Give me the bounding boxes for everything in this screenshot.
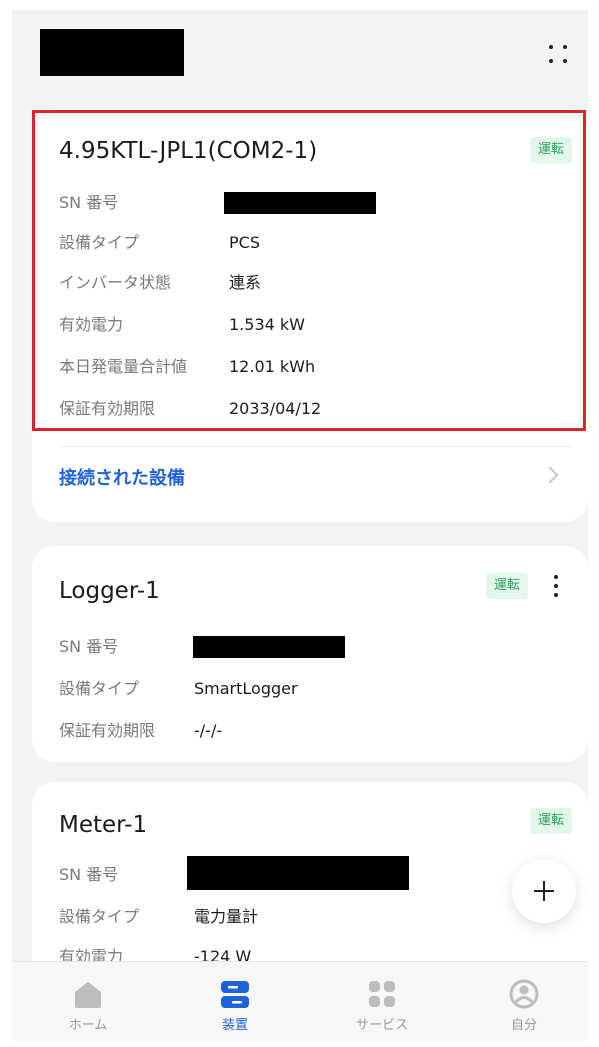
row-value: 12.01 kWh — [229, 357, 316, 376]
row-label: SN 番号 — [59, 637, 119, 656]
tab-devices[interactable]: 装置 — [185, 962, 285, 1041]
connected-devices-link[interactable]: 接続された設備 — [59, 464, 185, 490]
devices-icon — [221, 981, 249, 1008]
tab-label: 装置 — [221, 1018, 248, 1033]
bottom-tab-bar: ホーム 装置 サービス 自分 — [12, 961, 588, 1041]
redacted-title — [40, 29, 184, 76]
row-value: SmartLogger — [194, 679, 298, 698]
row-label: 本日発電量合計値 — [59, 357, 188, 376]
divider — [59, 446, 570, 447]
tab-profile[interactable]: 自分 — [474, 962, 574, 1041]
device-name: Logger-1 — [59, 578, 160, 604]
row-value: 電力量計 — [194, 907, 259, 926]
row-label: 設備タイプ — [59, 679, 140, 698]
status-badge: 運転 — [485, 573, 528, 599]
device-card-logger[interactable]: Logger-1 運転 SN 番号 設備タイプ SmartLogger 保証有効… — [32, 546, 588, 762]
tab-label: ホーム — [68, 1018, 108, 1033]
device-name: Meter-1 — [59, 812, 148, 838]
row-label: インバータ状態 — [59, 273, 172, 292]
home-icon — [75, 982, 101, 1008]
grid-dots-icon[interactable] — [546, 42, 570, 66]
header — [12, 10, 588, 100]
tab-label: 自分 — [510, 1018, 537, 1033]
row-value: 連系 — [229, 273, 262, 292]
device-name: 4.95KTL-JPL1(COM2-1) — [59, 138, 318, 164]
tab-services[interactable]: サービス — [332, 962, 432, 1041]
row-label: 有効電力 — [59, 315, 124, 334]
row-label: 設備タイプ — [59, 907, 140, 926]
row-value: PCS — [229, 233, 260, 252]
redacted-sn — [193, 636, 345, 658]
row-value: 2033/04/12 — [229, 399, 322, 418]
device-card-inverter[interactable]: 4.95KTL-JPL1(COM2-1) 運転 SN 番号 設備タイプ PCS … — [32, 108, 588, 522]
tab-label: サービス — [355, 1018, 408, 1033]
tab-home[interactable]: ホーム — [38, 962, 138, 1041]
row-label: 保証有効期限 — [59, 399, 156, 418]
profile-icon — [509, 979, 539, 1009]
redacted-sn — [224, 192, 376, 214]
row-label: SN 番号 — [59, 193, 119, 212]
more-vertical-icon[interactable] — [552, 573, 560, 599]
redacted-sn — [187, 856, 409, 890]
chevron-right-icon[interactable] — [541, 466, 559, 484]
row-value: -/-/- — [194, 721, 223, 740]
add-device-button[interactable] — [512, 859, 576, 923]
row-label: SN 番号 — [59, 865, 119, 884]
status-badge: 運転 — [529, 137, 572, 163]
services-icon — [369, 981, 395, 1007]
row-value: 1.534 kW — [229, 315, 305, 334]
app-screen: 4.95KTL-JPL1(COM2-1) 運転 SN 番号 設備タイプ PCS … — [12, 10, 588, 1041]
status-badge: 運転 — [529, 808, 572, 834]
row-label: 保証有効期限 — [59, 721, 156, 740]
row-label: 設備タイプ — [59, 233, 140, 252]
